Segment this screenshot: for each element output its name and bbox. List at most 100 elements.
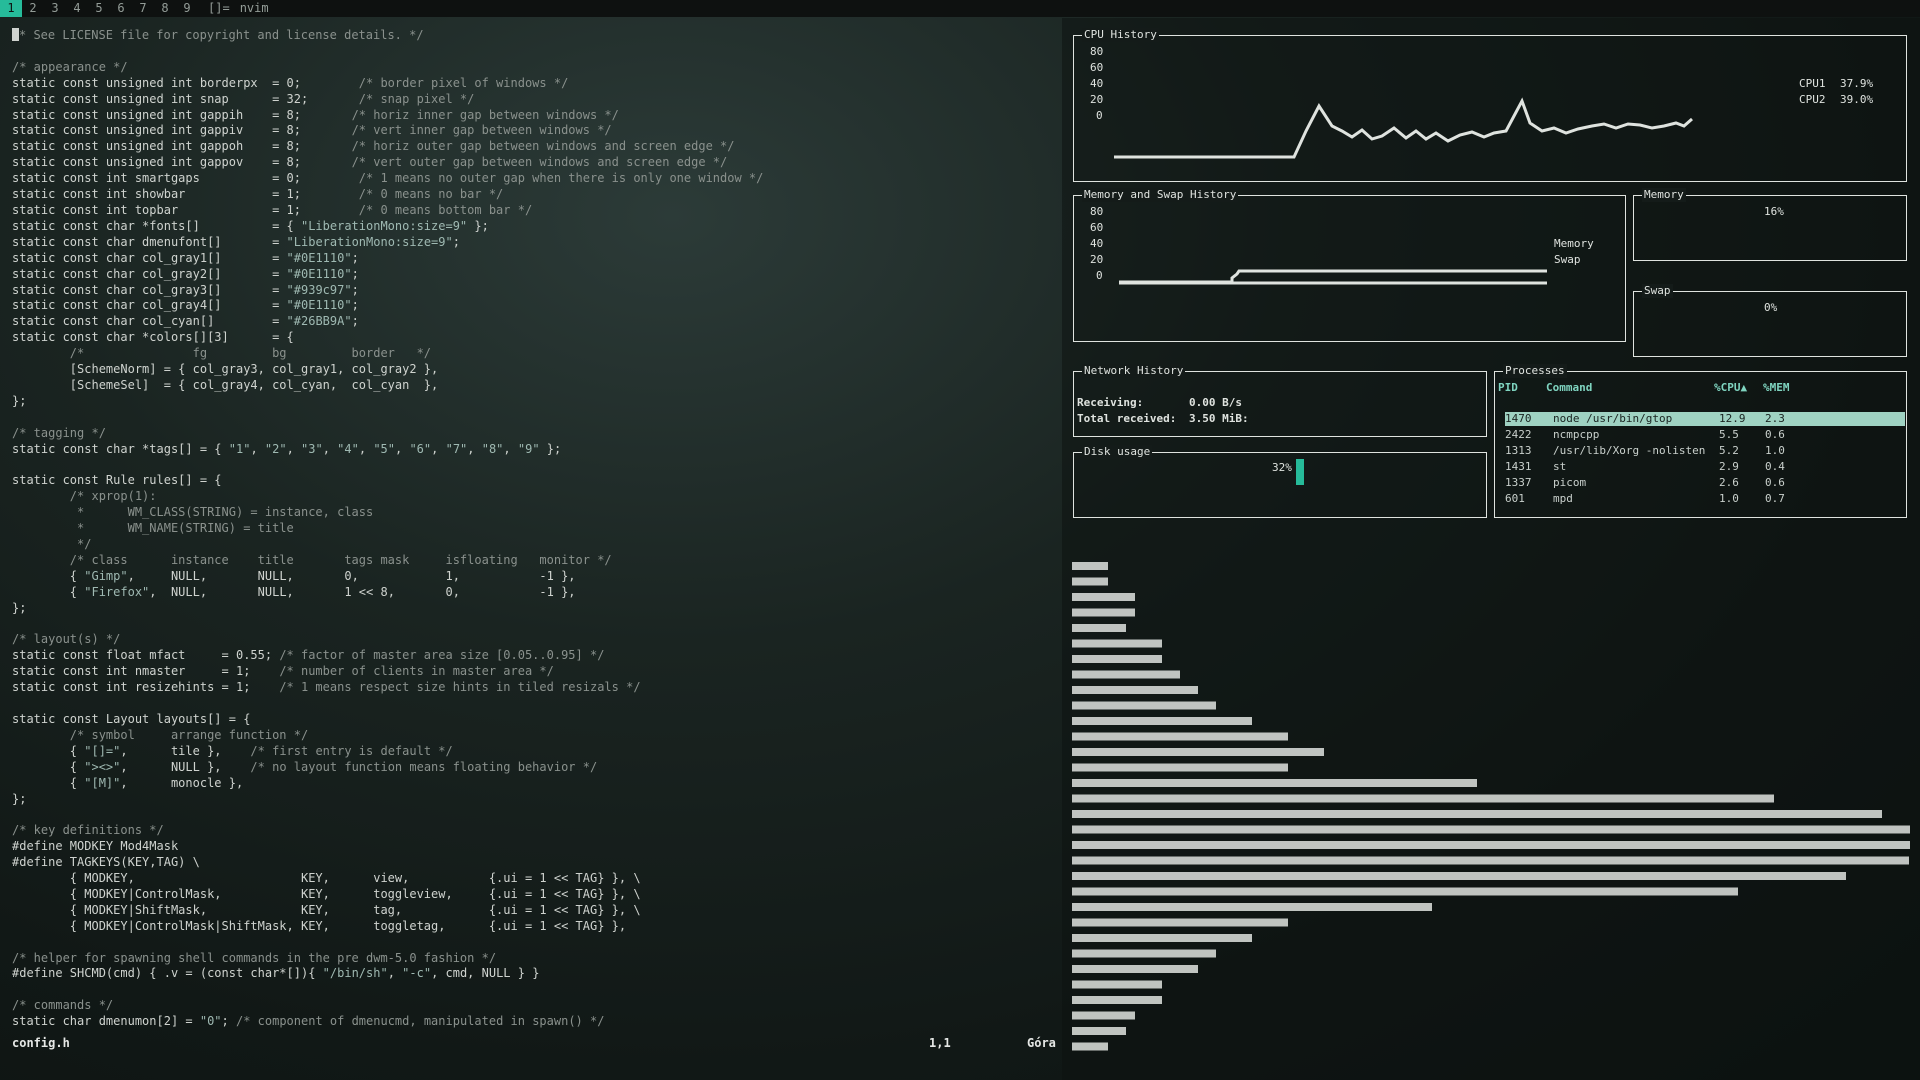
tag-6[interactable]: 6 [110, 0, 132, 17]
visualizer-bar [1072, 779, 1477, 787]
disk-usage-box: Disk usage 32% [1073, 445, 1487, 518]
status-cursor-position: 1,1 [929, 1036, 951, 1050]
visualizer-bar [1072, 934, 1252, 942]
swap-box: Swap 0% [1633, 284, 1907, 357]
process-cpu: 12.9 [1719, 412, 1746, 425]
visualizer-bar [1072, 825, 1910, 834]
text-cursor [12, 28, 19, 41]
cpu-y-tick: 0 [1096, 109, 1103, 122]
process-pid: 1431 [1505, 460, 1532, 473]
visualizer-bar [1072, 965, 1198, 973]
process-cpu: 5.2 [1719, 444, 1739, 457]
process-mem: 0.7 [1765, 492, 1785, 505]
tag-3[interactable]: 3 [44, 0, 66, 17]
process-pid: 1313 [1505, 444, 1532, 457]
process-cmd: ncmpcpp [1553, 428, 1600, 441]
process-row[interactable]: 1337 picom 2.6 0.6 [1505, 476, 1905, 490]
process-pid: 1337 [1505, 476, 1532, 489]
network-history-title: Network History [1082, 364, 1186, 378]
visualizer-bar [1072, 872, 1846, 880]
memory-value: 16% [1764, 205, 1784, 218]
total-received-value: 3.50 MiB: [1189, 412, 1249, 425]
cpu1-value: 37.9% [1840, 77, 1874, 90]
cpu-y-tick: 80 [1090, 45, 1104, 58]
code-editor[interactable]: * See LICENSE file for copyright and lic… [12, 28, 1052, 1058]
visualizer-bar [1072, 1027, 1126, 1035]
processes-box: Processes PID Command %CPU▲ %MEM 1470 nod… [1494, 364, 1907, 518]
audio-visualizer [1072, 562, 1910, 1051]
cpu-history-graph [1114, 97, 1693, 159]
process-row[interactable]: 1313/usr/lib/Xorg -nolisten 5.2 1.0 [1505, 444, 1905, 458]
tag-1[interactable]: 1 [0, 0, 22, 17]
visualizer-bar [1072, 670, 1180, 679]
layout-symbol[interactable]: []= [208, 0, 230, 17]
visualizer-bar [1072, 887, 1738, 896]
tag-list: 123456789 [0, 0, 198, 17]
tag-7[interactable]: 7 [132, 0, 154, 17]
visualizer-bar [1072, 732, 1288, 741]
tag-4[interactable]: 4 [66, 0, 88, 17]
visualizer-bar [1072, 717, 1252, 725]
process-mem: 2.3 [1765, 412, 1785, 425]
receiving-label: Receiving: [1077, 396, 1144, 409]
cpu-y-tick: 40 [1090, 77, 1104, 90]
process-cpu: 1.0 [1719, 492, 1739, 505]
swap-value: 0% [1764, 301, 1778, 314]
memory-box: Memory 16% [1633, 188, 1907, 261]
process-mem: 0.6 [1765, 476, 1785, 489]
cpu2-label: CPU2 [1799, 93, 1826, 106]
cpu1-label: CPU1 [1799, 77, 1826, 90]
visualizer-bar [1072, 980, 1162, 989]
window-title: nvim [239, 1, 269, 15]
mem-y-tick: 40 [1090, 237, 1104, 250]
process-row[interactable]: 1431 st 2.9 0.4 [1505, 460, 1905, 474]
tag-8[interactable]: 8 [154, 0, 176, 17]
cpu2-value: 39.0% [1840, 93, 1874, 106]
cpu-history-title: CPU History [1082, 28, 1159, 42]
memswap-history-title: Memory and Swap History [1082, 188, 1239, 202]
process-pid: 2422 [1505, 428, 1532, 441]
col-pid[interactable]: PID [1498, 381, 1518, 394]
visualizer-bar [1072, 810, 1882, 818]
visualizer-bar [1072, 655, 1162, 663]
process-cmd: /usr/lib/Xorg -nolisten [1553, 444, 1706, 457]
visualizer-bar [1072, 841, 1910, 849]
tag-9[interactable]: 9 [176, 0, 198, 17]
visualizer-bar [1072, 686, 1198, 694]
visualizer-bar [1072, 1011, 1135, 1020]
process-cmd: st [1553, 460, 1567, 473]
tag-2[interactable]: 2 [22, 0, 44, 17]
cpu-history-box: CPU History 80 60 40 20 0 CPU1 37.9% CPU… [1073, 28, 1907, 182]
disk-usage-gauge [1296, 459, 1304, 485]
visualizer-bar [1072, 856, 1909, 865]
network-history-box: Network History Receiving: 0.00 B/s Tota… [1073, 364, 1487, 437]
process-mem: 1.0 [1765, 444, 1785, 457]
process-pid: 1470 [1505, 412, 1532, 425]
process-row[interactable]: 2422 ncmpcpp 5.5 0.6 [1505, 428, 1905, 442]
visualizer-bar [1072, 903, 1432, 911]
process-mem: 0.6 [1765, 428, 1785, 441]
tag-5[interactable]: 5 [88, 0, 110, 17]
visualizer-bar [1072, 949, 1216, 958]
visualizer-bar [1072, 748, 1324, 756]
visualizer-bar [1072, 1042, 1108, 1051]
swap-title: Swap [1642, 284, 1673, 298]
process-pid: 601 [1505, 492, 1525, 505]
disk-usage-value: 32% [1272, 461, 1292, 474]
disk-usage-title: Disk usage [1082, 445, 1153, 459]
memory-title: Memory [1642, 188, 1686, 202]
col-mem[interactable]: %MEM [1763, 381, 1790, 394]
total-received-label: Total received: [1077, 412, 1177, 425]
visualizer-bar [1072, 918, 1288, 927]
visualizer-bar [1072, 562, 1108, 570]
col-command[interactable]: Command [1546, 381, 1592, 394]
visualizer-bar [1072, 577, 1108, 586]
visualizer-bar [1072, 701, 1216, 710]
mem-y-tick: 20 [1090, 253, 1104, 266]
col-cpu[interactable]: %CPU▲ [1714, 381, 1747, 394]
mem-y-tick: 0 [1096, 269, 1103, 282]
cpu-y-tick: 60 [1090, 61, 1104, 74]
process-row[interactable]: 1470 node /usr/bin/gtop 12.9 2.3 [1505, 412, 1905, 426]
status-scroll-position: Góra [1027, 1036, 1056, 1050]
process-row[interactable]: 601 mpd 1.0 0.7 [1505, 492, 1905, 506]
